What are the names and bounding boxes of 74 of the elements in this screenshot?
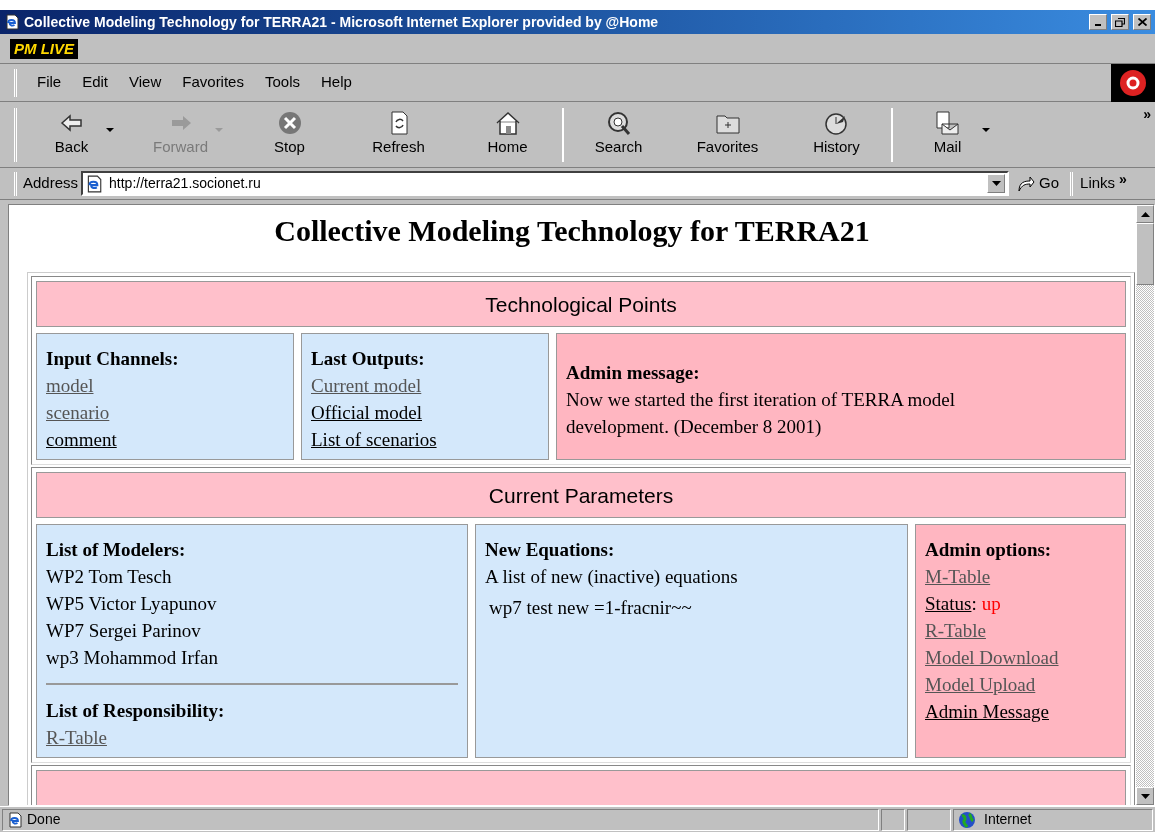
status-pane	[881, 808, 905, 831]
chevron-icon[interactable]: »	[1119, 169, 1127, 190]
page-link[interactable]: List of scenarios	[311, 429, 437, 450]
address-field[interactable]: http://terra21.socionet.ru	[81, 171, 1010, 196]
page-link[interactable]: comment	[46, 429, 117, 450]
menu-item[interactable]: View	[129, 71, 162, 94]
page-icon	[4, 14, 20, 30]
zone-text: Internet	[984, 810, 1032, 829]
body-text: WP2 Tom Tesch	[46, 565, 173, 589]
section-label: Input Channels:	[46, 347, 180, 371]
page-link[interactable]: Model Download	[925, 647, 1059, 668]
menu-item[interactable]: Favorites	[182, 71, 244, 94]
brand-logo: PM LIVE	[10, 38, 78, 59]
page-link[interactable]: Admin Message	[925, 701, 1049, 722]
body-text: Now we started the first iteration of TERRA model development. (December 8 2001)	[566, 387, 957, 439]
minimize-button[interactable]	[1089, 14, 1107, 30]
body-text: WP5 Victor Lyapunov	[46, 592, 218, 616]
page-link[interactable]: M-Table	[925, 566, 991, 587]
address-label: Address	[23, 173, 79, 194]
section-label: List of Responsibility:	[46, 699, 226, 723]
page-heading: Collective Modeling Technology for TERRA21	[273, 213, 871, 249]
page-link[interactable]: R-Table	[925, 620, 986, 641]
status-link[interactable]: Status	[925, 590, 972, 617]
links-button[interactable]: Links	[1076, 172, 1120, 195]
page-link[interactable]: model	[46, 375, 94, 396]
scroll-up-icon	[1140, 211, 1150, 217]
section-header: Technological Points	[36, 281, 1126, 327]
section-header: Current Parameters	[36, 472, 1126, 518]
close-icon	[1137, 18, 1147, 26]
go-button[interactable]: Go	[1009, 169, 1068, 198]
page-link[interactable]: Current model	[311, 375, 422, 396]
minimize-icon	[1095, 24, 1101, 26]
menu-item[interactable]: Tools	[264, 71, 300, 94]
page-link[interactable]: scenario	[46, 402, 110, 423]
page-icon	[85, 174, 104, 193]
body-text: A list of new (inactive) equations	[485, 565, 739, 589]
toolbar-button[interactable]: Refresh	[344, 105, 453, 164]
toolbar-button[interactable]: Search	[564, 105, 673, 164]
window-title: Collective Modeling Technology for TERRA21 - Microsoft Internet Explorer provided by @Home	[24, 12, 660, 32]
globe-icon	[958, 810, 976, 829]
menu-item[interactable]: File	[37, 71, 62, 94]
section-label: Last Outputs:	[311, 347, 426, 371]
page-link[interactable]: Official model	[311, 402, 422, 423]
restore-icon	[1115, 17, 1125, 27]
mail-icon	[933, 110, 962, 137]
section-label: New Equations:	[485, 538, 616, 562]
menu-item[interactable]: Edit	[82, 71, 109, 94]
dropdown-arrow-icon	[991, 181, 1001, 186]
section-label: Admin message:	[566, 360, 701, 385]
go-arrow-icon	[1017, 175, 1036, 192]
toolbar-button[interactable]: Home	[453, 105, 562, 164]
page-link[interactable]: R-Table	[46, 727, 107, 748]
restore-button[interactable]	[1111, 14, 1129, 30]
section-label: List of Modelers:	[46, 538, 187, 562]
status-text: Done	[27, 810, 61, 829]
equation-text: wp7 test new =1-fracnir~~	[488, 596, 693, 620]
body-text: WP7 Sergei Parinov	[46, 619, 202, 643]
scrollbar-thumb[interactable]	[1136, 223, 1154, 285]
toolbar-button[interactable]: Back	[17, 105, 126, 164]
body-text: wp3 Mohammod Irfan	[46, 646, 220, 670]
chevron-icon[interactable]: »	[1143, 104, 1151, 125]
toolbar-button[interactable]: Favorites	[673, 105, 782, 164]
toolbar-button[interactable]: Stop	[235, 105, 344, 164]
colon-text: :	[971, 592, 977, 616]
toolbar-button[interactable]: History	[782, 105, 891, 164]
toolbar-button[interactable]: Mail	[893, 105, 1002, 164]
scroll-down-icon	[1140, 793, 1150, 799]
menu-item[interactable]: Help	[321, 71, 352, 94]
status-pane	[907, 808, 951, 831]
close-button[interactable]	[1133, 14, 1151, 30]
page-link[interactable]: Model Upload	[925, 674, 1036, 695]
status-value: up	[981, 592, 1001, 616]
page-icon	[7, 811, 23, 828]
section-label: Admin options:	[925, 538, 1053, 562]
